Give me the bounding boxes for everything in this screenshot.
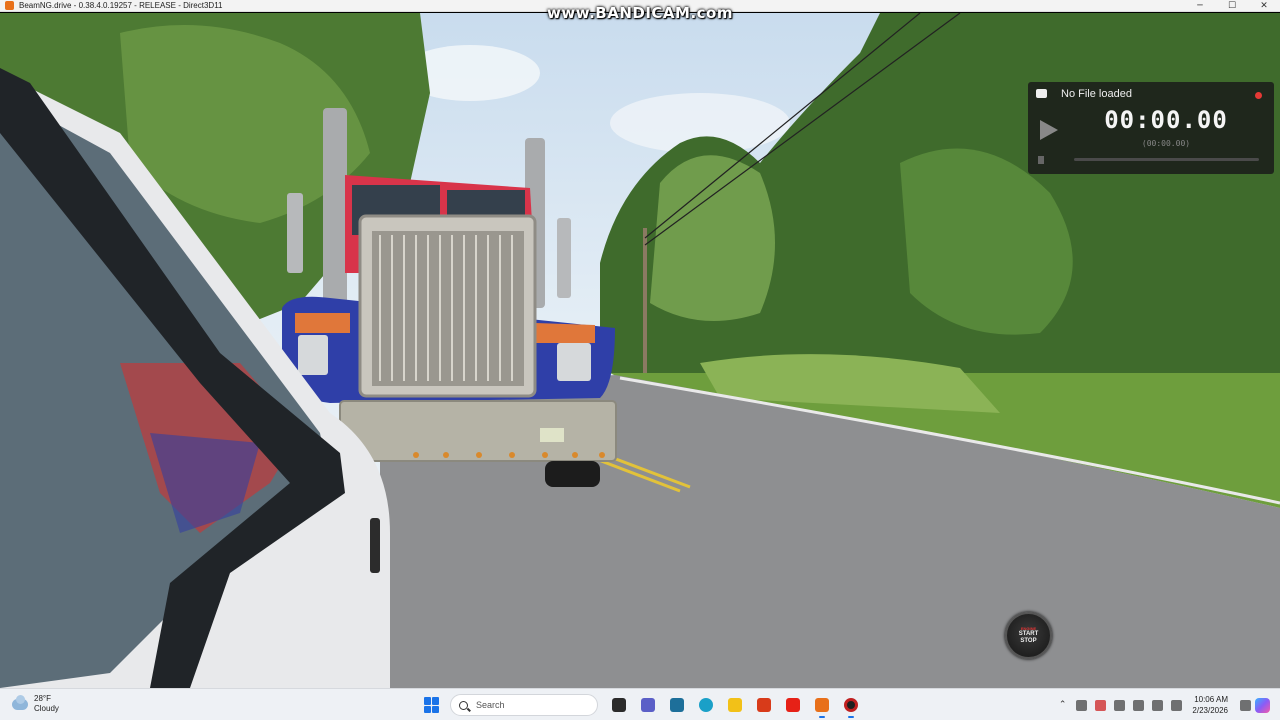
notification-icon[interactable] (1240, 699, 1251, 711)
search-label: Search (476, 700, 505, 710)
recorder-timer: 00:00.00 (1104, 106, 1228, 134)
start-label: START (1018, 631, 1039, 637)
utility-pole (643, 228, 647, 378)
chat-icon-glyph (640, 698, 655, 712)
windows-taskbar: 28°F Cloudy Search ⌃ 10:06 AM 2/23/2026 (0, 688, 1280, 720)
game-viewport[interactable]: No File loaded 00:00.00 (00:00.00) ENGIN… (0, 13, 1280, 688)
bandicam-icon-glyph (843, 698, 858, 712)
play-icon[interactable] (1040, 120, 1058, 140)
cloudy-weather-icon (12, 694, 28, 710)
youtube-icon[interactable] (782, 694, 804, 716)
recorder-progress-bar[interactable] (1074, 158, 1259, 161)
beamng-icon[interactable] (811, 694, 833, 718)
battery-icon[interactable] (1171, 699, 1183, 711)
recorder-status: No File loaded (1061, 88, 1132, 100)
camera-icon (1036, 89, 1047, 98)
bandicam-watermark: www.BANDICAM.com (546, 4, 733, 22)
screen-recorder-widget: No File loaded 00:00.00 (00:00.00) (1028, 82, 1274, 174)
copilot-icon[interactable] (1255, 697, 1270, 713)
edge-icon-glyph (698, 698, 713, 712)
edge-icon[interactable] (695, 694, 717, 716)
door-handle (370, 518, 380, 573)
tray-app-icon[interactable] (1076, 699, 1088, 711)
search-icon (459, 700, 468, 710)
stop-label: STOP (1020, 638, 1037, 644)
taskbar-search[interactable]: Search (450, 694, 598, 716)
file-explorer-icon[interactable] (724, 694, 746, 716)
volume-icon (1038, 156, 1044, 164)
tray-app-icon[interactable] (1114, 699, 1126, 711)
store-icon[interactable] (666, 694, 688, 716)
beamng-icon-glyph (814, 698, 829, 712)
wifi-icon[interactable] (1133, 699, 1145, 711)
taskbar-clock[interactable]: 10:06 AM 2/23/2026 (1192, 694, 1228, 716)
weather-widget[interactable]: 28°F Cloudy (12, 694, 59, 714)
task-view-icon[interactable] (608, 694, 630, 716)
weather-description: Cloudy (34, 704, 59, 713)
app-red-icon-glyph (756, 698, 771, 712)
weather-temperature: 28°F (34, 694, 51, 703)
file-explorer-icon-glyph (727, 698, 742, 712)
tray-app-icon[interactable] (1095, 699, 1107, 711)
chat-icon[interactable] (637, 694, 659, 716)
volume-icon[interactable] (1152, 699, 1164, 711)
tree-highlight-right (650, 155, 775, 321)
windows-start-icon[interactable] (424, 697, 440, 713)
recorder-subtimer: (00:00.00) (1141, 139, 1191, 148)
clock-date: 2/23/2026 (1192, 706, 1228, 715)
bandicam-icon[interactable] (840, 694, 862, 718)
system-tray: ⌃ 10:06 AM 2/23/2026 (1059, 689, 1280, 720)
store-icon-glyph (669, 698, 684, 712)
taskbar-apps: Search (424, 694, 865, 718)
engine-start-stop-button[interactable]: ENGINE START STOP (1005, 612, 1052, 659)
clock-time: 10:06 AM (1194, 695, 1228, 704)
show-hidden-icons-chevron-icon[interactable]: ⌃ (1059, 700, 1067, 710)
app-red-icon[interactable] (753, 694, 775, 716)
youtube-icon-glyph (785, 698, 800, 712)
task-view-icon-glyph (611, 698, 626, 712)
record-dot-icon[interactable] (1255, 92, 1262, 99)
